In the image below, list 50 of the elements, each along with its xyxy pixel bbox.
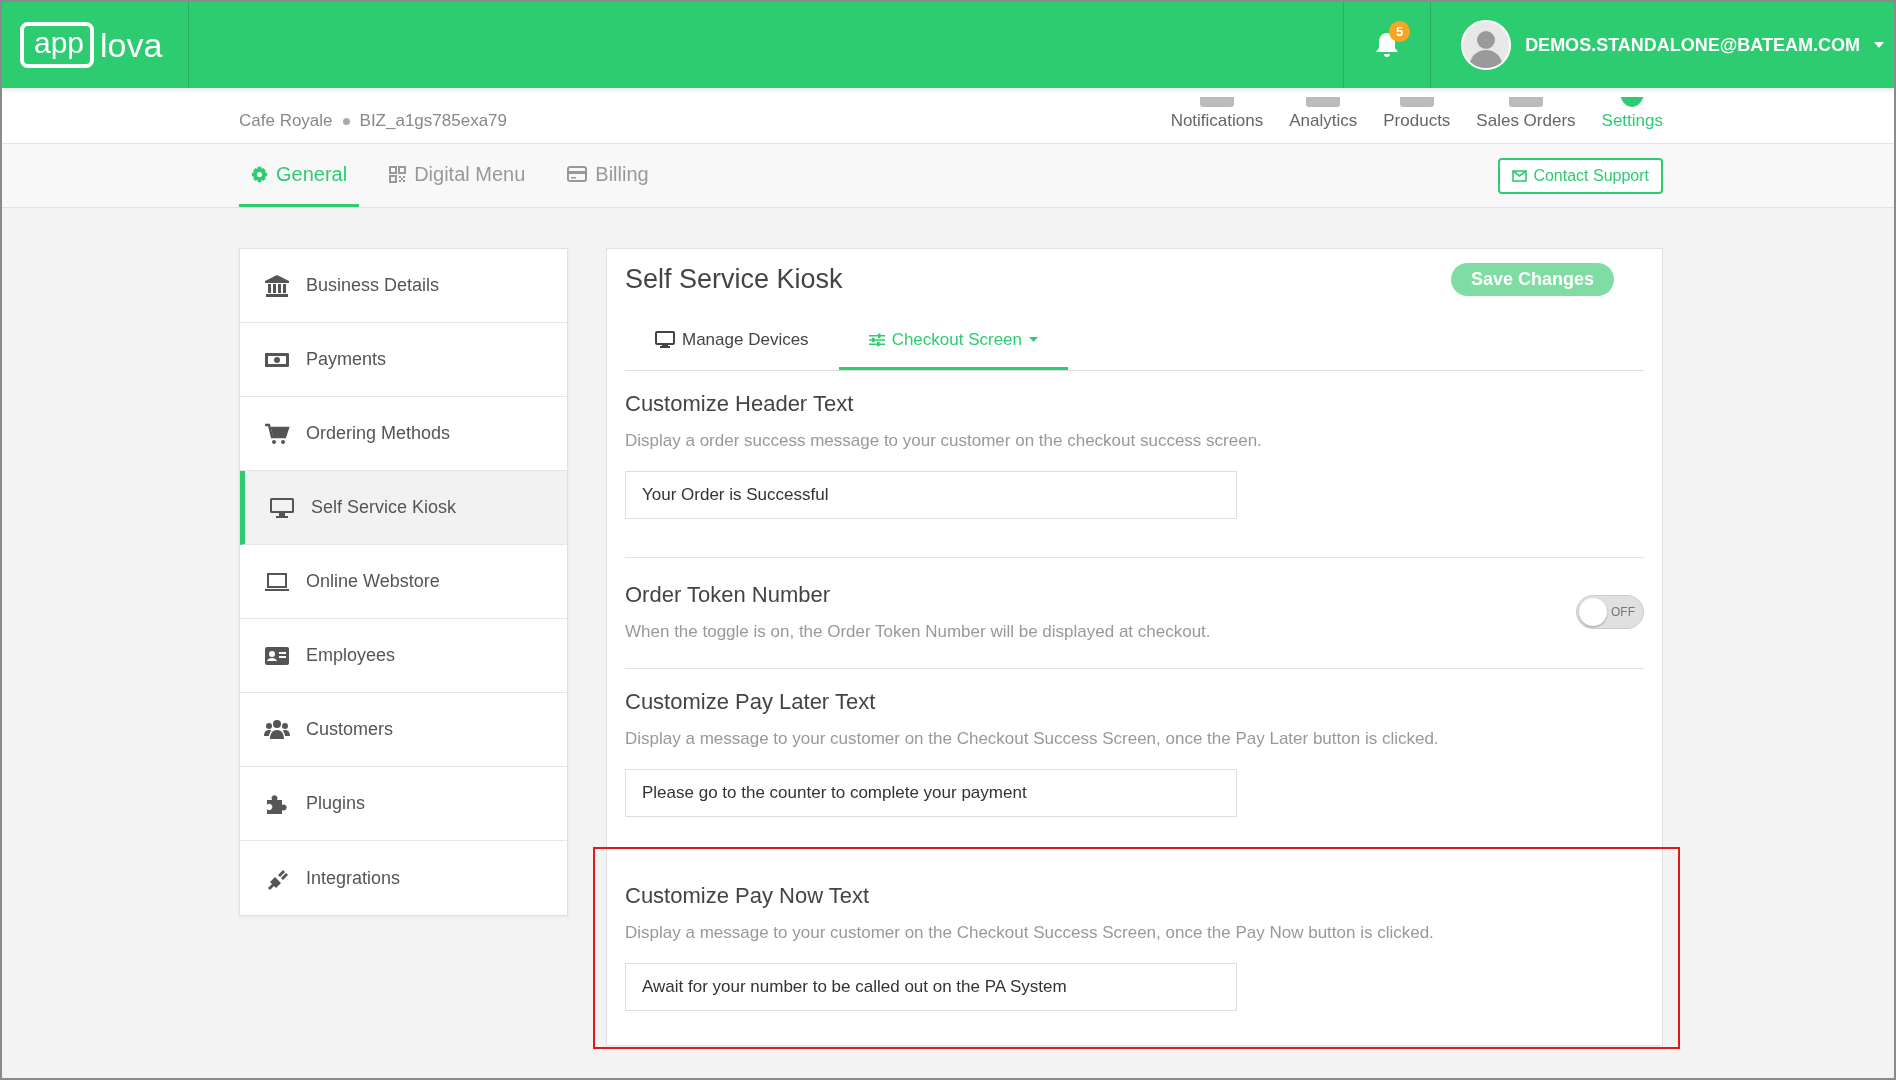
cart-icon	[264, 421, 290, 446]
user-email: DEMOS.STANDALONE@BATEAM.COM	[1525, 34, 1860, 56]
nav-icon	[1508, 97, 1543, 109]
sidebar-item[interactable]: Payments	[240, 323, 567, 397]
text-input[interactable]: Await for your number to be called out on the PA System	[625, 963, 1237, 1011]
logo-mark: app	[20, 22, 95, 68]
credit-card-icon	[567, 166, 588, 182]
toggle-switch[interactable]: OFF	[1576, 595, 1644, 629]
section-title: Customize Pay Now Text	[625, 883, 871, 909]
monitor-icon	[655, 330, 675, 349]
section-title: Customize Pay Later Text	[625, 689, 877, 715]
sliders-icon	[868, 332, 885, 347]
nav-link[interactable]: Analytics	[1289, 111, 1358, 131]
nav-icon	[1199, 97, 1234, 109]
sidebar-item[interactable]: Business Details	[240, 249, 567, 323]
caret-icon	[1874, 42, 1884, 48]
panel-title: Self Service Kiosk	[625, 264, 843, 295]
qr-code-icon	[389, 165, 407, 183]
envelope-icon	[1512, 169, 1528, 182]
section-description: Display a order success message to your customer on the checkout success screen.	[625, 431, 1262, 451]
nav-icon	[1399, 97, 1434, 109]
section-description: Display a message to your customer on the Checkout Success Screen, once the Pay Later button is clicked.	[625, 729, 1439, 749]
monitor-icon	[269, 495, 295, 520]
section-title: Order Token Number	[625, 582, 831, 608]
sidebar-item[interactable]: Self Service Kiosk	[240, 471, 567, 545]
text-input[interactable]: Your Order is Successful	[625, 471, 1237, 519]
sidebar-item[interactable]: Online Webstore	[240, 545, 567, 619]
section-title: Customize Header Text	[625, 391, 855, 417]
avatar-icon	[1461, 20, 1512, 70]
section-description: Display a message to your customer on the Checkout Success Screen, once the Pay Now button is clicked.	[625, 923, 1434, 943]
nav-link[interactable]: Notifications	[1170, 111, 1264, 131]
business-id: BIZ_a1gs785exa79	[359, 111, 507, 131]
sidebar-item[interactable]: Customers	[240, 693, 567, 767]
separator-dot	[342, 117, 350, 125]
caret-icon	[1029, 337, 1039, 342]
sidebar-item[interactable]: Plugins	[240, 767, 567, 841]
sub-tab[interactable]: Manage Devices	[625, 312, 839, 370]
users-icon	[264, 717, 290, 742]
sidebar-item[interactable]: Integrations	[240, 841, 567, 915]
business-name: Cafe Royale	[239, 111, 333, 131]
logo-text: lova	[100, 25, 163, 65]
nav-link[interactable]: Products	[1383, 111, 1451, 131]
section-description: When the toggle is on, the Order Token Number will be displayed at checkout.	[625, 622, 1211, 642]
text-input[interactable]: Please go to the counter to complete your payment	[625, 769, 1237, 817]
gear-icon	[251, 165, 268, 183]
nav-link[interactable]: Sales Orders	[1476, 111, 1576, 131]
sidebar-item[interactable]: Employees	[240, 619, 567, 693]
bank-icon	[264, 273, 290, 298]
notification-badge: 5	[1389, 21, 1411, 42]
nav-icon	[1306, 97, 1341, 109]
